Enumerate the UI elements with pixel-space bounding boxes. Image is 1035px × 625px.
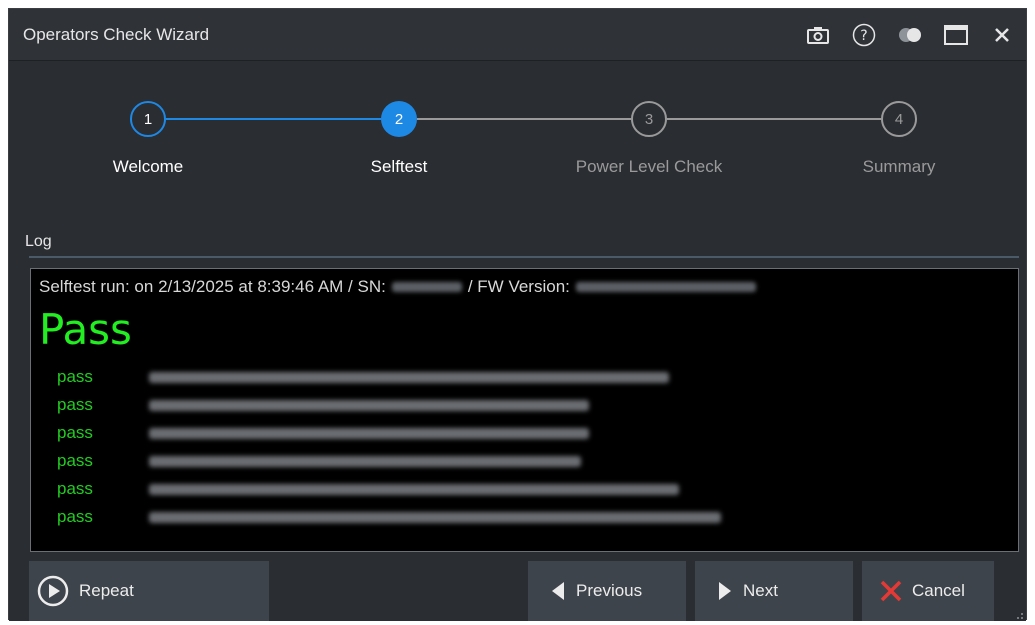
arrow-right-icon xyxy=(717,581,733,601)
svg-text:?: ? xyxy=(860,28,867,44)
next-button[interactable]: Next xyxy=(695,561,853,621)
test-status: pass xyxy=(57,451,93,470)
wizard-footer: Repeat Previous Next Cancel xyxy=(9,552,1026,621)
repeat-button-label: Repeat xyxy=(79,581,134,600)
test-description-redacted xyxy=(149,483,679,495)
cancel-button-label: Cancel xyxy=(912,581,965,600)
test-status: pass xyxy=(57,367,93,386)
close-icon[interactable] xyxy=(988,21,1016,49)
window-title: Operators Check Wizard xyxy=(23,25,210,44)
step-4-circle: 4 xyxy=(881,101,917,137)
list-item: pass xyxy=(57,503,721,531)
title-bar-icons: ? xyxy=(804,19,1016,51)
maximize-icon[interactable] xyxy=(942,21,970,49)
resize-grip-icon[interactable] xyxy=(1014,607,1024,619)
log-section-title: Log xyxy=(25,233,52,250)
list-item: pass xyxy=(57,475,721,503)
help-icon[interactable]: ? xyxy=(850,21,878,49)
log-header-run-info: Selftest run: on 2/13/2025 at 8:39:46 AM… xyxy=(39,277,386,296)
step-4-label: Summary xyxy=(862,157,936,176)
toggle-icon[interactable] xyxy=(896,21,924,49)
test-status: pass xyxy=(57,395,93,414)
test-status: pass xyxy=(57,507,93,526)
step-2-circle: 2 xyxy=(381,101,417,137)
previous-button[interactable]: Previous xyxy=(528,561,686,621)
step-2-label: Selftest xyxy=(370,157,428,176)
serial-number-redacted xyxy=(391,282,462,292)
repeat-button[interactable]: Repeat xyxy=(29,561,269,621)
log-header: Selftest run: on 2/13/2025 at 8:39:46 AM… xyxy=(39,277,762,297)
list-item: pass xyxy=(57,363,721,391)
previous-button-label: Previous xyxy=(576,581,643,600)
camera-icon[interactable] xyxy=(804,21,832,49)
log-output[interactable]: Selftest run: on 2/13/2025 at 8:39:46 AM… xyxy=(30,268,1019,552)
test-description-redacted xyxy=(149,371,669,383)
title-bar: Operators Check Wizard ? xyxy=(9,9,1026,61)
step-connector-2-3 xyxy=(417,118,631,120)
step-connector-1-2 xyxy=(166,118,381,120)
step-3-label: Power Level Check xyxy=(575,157,723,176)
wizard-stepper: 1 2 3 4 Welcome Selftest Power Level Che… xyxy=(9,61,1026,221)
operators-check-wizard-window: Operators Check Wizard ? 1 2 3 4 Welcome… xyxy=(8,8,1027,621)
next-button-label: Next xyxy=(743,581,778,600)
selftest-result: Pass xyxy=(39,305,132,354)
test-description-redacted xyxy=(149,427,589,439)
log-divider xyxy=(29,256,1019,258)
log-header-fw-label: / FW Version: xyxy=(467,277,570,296)
list-item: pass xyxy=(57,391,721,419)
list-item: pass xyxy=(57,419,721,447)
step-1-circle: 1 xyxy=(130,101,166,137)
test-status: pass xyxy=(57,423,93,442)
close-x-icon xyxy=(880,580,902,602)
step-1-label: Welcome xyxy=(112,157,184,176)
step-3-circle: 3 xyxy=(631,101,667,137)
selftest-results-list: pass pass pass pass pass pass xyxy=(57,363,721,531)
play-circle-icon xyxy=(37,575,69,607)
test-description-redacted xyxy=(149,511,721,523)
step-connector-3-4 xyxy=(667,118,881,120)
fw-version-redacted xyxy=(575,282,756,292)
test-description-redacted xyxy=(149,399,589,411)
test-status: pass xyxy=(57,479,93,498)
test-description-redacted xyxy=(149,455,581,467)
arrow-left-icon xyxy=(550,581,566,601)
list-item: pass xyxy=(57,447,721,475)
cancel-button[interactable]: Cancel xyxy=(862,561,994,621)
